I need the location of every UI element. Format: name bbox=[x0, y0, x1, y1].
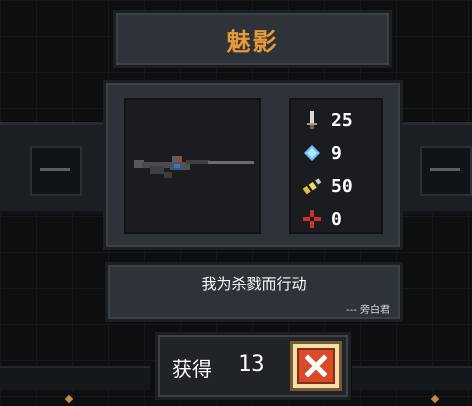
obtain-label: 获得 bbox=[172, 357, 212, 381]
weapon-stats: 25 9 50 0 bbox=[289, 98, 383, 234]
bullet-icon bbox=[302, 178, 322, 195]
floor-bar-right bbox=[352, 366, 472, 390]
rifle-icon bbox=[134, 156, 254, 178]
stat-damage-value: 25 bbox=[331, 109, 353, 131]
mini-gun-icon bbox=[40, 168, 70, 171]
sword-icon bbox=[307, 111, 317, 129]
weapon-info-panel: 25 9 50 0 bbox=[103, 80, 403, 250]
side-weapon-slot-right bbox=[420, 146, 472, 196]
crystal-icon bbox=[304, 145, 320, 161]
stat-damage: 25 bbox=[301, 108, 381, 132]
stat-ammo: 50 bbox=[301, 174, 381, 198]
stat-ammo-value: 50 bbox=[331, 175, 353, 197]
stat-crit-value: 0 bbox=[331, 208, 342, 230]
floor-bar-left bbox=[0, 366, 150, 390]
obtain-panel: 获得 13 bbox=[155, 332, 351, 400]
obtain-count: 13 bbox=[238, 352, 265, 377]
x-mark-icon bbox=[305, 355, 327, 377]
stat-crit: 0 bbox=[301, 207, 381, 231]
close-button[interactable] bbox=[290, 341, 342, 391]
quote-author: --- 旁白君 bbox=[345, 305, 390, 316]
weapon-title-panel: 魅影 bbox=[113, 10, 392, 68]
stat-energy-value: 9 bbox=[331, 142, 342, 164]
close-icon bbox=[297, 348, 335, 384]
mini-gun-icon bbox=[430, 168, 460, 171]
weapon-preview bbox=[124, 98, 261, 234]
weapon-quote: 我为杀戮而行动 bbox=[201, 275, 307, 293]
crosshair-icon bbox=[303, 210, 321, 228]
weapon-quote-panel: 我为杀戮而行动 --- 旁白君 bbox=[105, 262, 403, 322]
weapon-name: 魅影 bbox=[226, 27, 279, 56]
side-weapon-slot-left bbox=[30, 146, 82, 196]
stat-energy: 9 bbox=[301, 141, 381, 165]
